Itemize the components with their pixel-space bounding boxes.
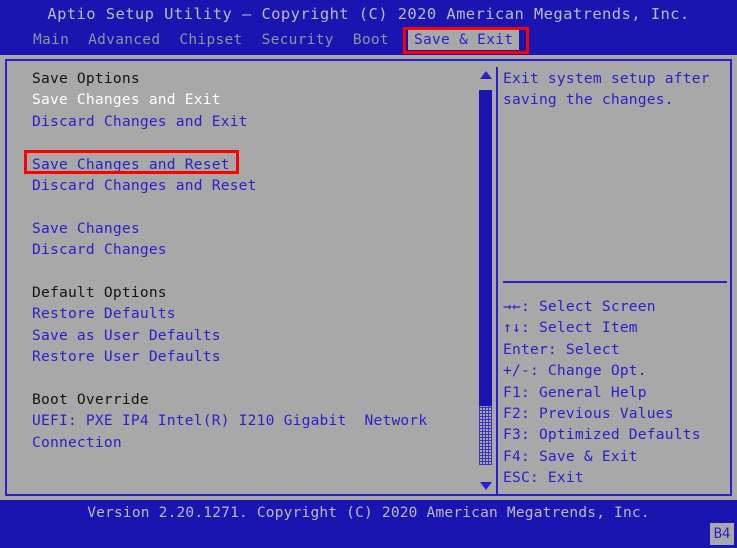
help-pane: Exit system setup after saving the chang…: [503, 68, 729, 493]
tab-advanced[interactable]: Advanced: [88, 30, 160, 50]
legend-f2-previous-values: F2: Previous Values: [503, 405, 674, 423]
legend-enter-select: Enter: Select: [503, 340, 620, 358]
list-item-restore-user-defaults[interactable]: Restore User Defaults: [16, 346, 471, 367]
list-item-discard-changes-and-reset[interactable]: Discard Changes and Reset: [16, 175, 471, 196]
help-text-line: saving the changes.: [503, 91, 674, 109]
page-title: Aptio Setup Utility – Copyright (C) 2020…: [47, 5, 690, 23]
tab-security[interactable]: Security: [262, 30, 334, 50]
tab-chipset[interactable]: Chipset: [179, 30, 242, 50]
list-item-save-options: Save Options: [32, 70, 140, 87]
bios-setup-screen: Aptio Setup Utility – Copyright (C) 2020…: [0, 0, 737, 548]
help-divider: [503, 281, 727, 283]
menu-bar: Main Advanced Chipset Security Boot Save…: [0, 28, 737, 52]
tab-boot[interactable]: Boot: [353, 30, 389, 50]
scroll-up-arrow-icon[interactable]: [480, 71, 492, 79]
legend-change-opt: +/-: Change Opt.: [503, 362, 647, 380]
list-item-save-changes-and-reset[interactable]: Save Changes and Reset: [16, 154, 471, 175]
scroll-down-arrow-icon[interactable]: [480, 482, 492, 490]
legend-f4-save-and-exit: F4: Save & Exit: [503, 447, 638, 465]
version-text: Version 2.20.1271. Copyright (C) 2020 Am…: [87, 505, 650, 521]
legend-f3-optimized-defaults: F3: Optimized Defaults: [503, 426, 701, 444]
list-item-discard-changes-and-exit[interactable]: Discard Changes and Exit: [16, 111, 471, 132]
status-badge: B4: [710, 523, 734, 545]
key-legend: →←: Select Screen ↑↓: Select Item Enter:…: [503, 296, 729, 489]
list-item-save-as-user-defaults[interactable]: Save as User Defaults: [16, 325, 471, 346]
help-text-line: Exit system setup after: [503, 70, 710, 87]
list-item-save-changes-and-exit[interactable]: Save Changes and Exit: [16, 89, 471, 110]
list-item-discard-changes[interactable]: Discard Changes: [16, 239, 471, 260]
legend-select-screen: →←: Select Screen: [503, 298, 656, 315]
list-item-default-options: Default Options: [32, 283, 167, 301]
tab-main[interactable]: Main: [33, 30, 69, 50]
content-area: Save Options Save Changes and Exit Disca…: [0, 55, 737, 500]
legend-esc-exit: ESC: Exit: [503, 469, 584, 487]
legend-f1-general-help: F1: General Help: [503, 383, 647, 401]
list-item-restore-defaults[interactable]: Restore Defaults: [16, 303, 471, 324]
list-item-uefi-pxe-ip4[interactable]: UEFI: PXE IP4 Intel(R) I210 Gigabit Netw…: [16, 410, 471, 431]
list-item-boot-override: Boot Override: [32, 390, 149, 408]
footer-bar: Version 2.20.1271. Copyright (C) 2020 Am…: [0, 500, 737, 548]
scrollbar-thumb[interactable]: [479, 90, 492, 406]
list-item-save-changes[interactable]: Save Changes: [16, 218, 471, 239]
content-frame: Save Options Save Changes and Exit Disca…: [5, 59, 732, 496]
options-list: Save Options Save Changes and Exit Disca…: [16, 68, 471, 493]
header-bar: Aptio Setup Utility – Copyright (C) 2020…: [0, 0, 737, 55]
legend-select-item: ↑↓: Select Item: [503, 319, 638, 337]
pane-divider: [496, 67, 498, 494]
list-item-uefi-pxe-ip4-line2[interactable]: Connection: [16, 432, 471, 453]
options-scrollbar[interactable]: [477, 69, 494, 492]
scrollbar-track-dither[interactable]: [479, 406, 492, 465]
tab-save-and-exit[interactable]: Save & Exit: [407, 30, 520, 50]
